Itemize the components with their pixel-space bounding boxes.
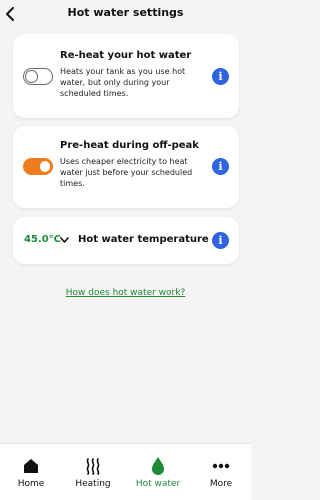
preheat-description: Uses cheaper electricity to heat water j…	[60, 157, 193, 188]
nav-label: Home	[17, 479, 45, 489]
temperature-value[interactable]: 45.0°C	[24, 234, 61, 245]
header: Hot water settings	[0, 0, 251, 30]
nav-home[interactable]: Home	[0, 444, 62, 500]
nav-heating[interactable]: Heating	[62, 444, 124, 500]
info-icon[interactable]: i	[212, 68, 229, 85]
home-icon	[24, 459, 38, 473]
toggle-knob	[25, 70, 38, 83]
nav-hot-water[interactable]: Hot water	[127, 444, 189, 500]
preheat-title: Pre-heat during off-peak	[60, 140, 199, 151]
nav-more[interactable]: More	[190, 444, 252, 500]
water-drop-icon	[152, 457, 164, 475]
help-link[interactable]: How does hot water work?	[0, 288, 251, 298]
toggle-knob	[38, 160, 51, 173]
reheat-description: Heats your tank as you use hot water, bu…	[60, 67, 186, 98]
more-icon	[212, 463, 230, 469]
info-icon[interactable]: i	[212, 232, 229, 249]
temperature-label: Hot water temperature	[78, 234, 209, 245]
reheat-title: Re-heat your hot water	[60, 50, 192, 61]
nav-label: Heating	[75, 479, 111, 489]
chevron-down-icon[interactable]	[60, 237, 69, 243]
nav-label: Hot water	[135, 479, 181, 489]
bottom-nav: Home Heating Hot water More	[0, 443, 251, 500]
nav-label: More	[209, 479, 233, 489]
reheat-card: Re-heat your hot water Heats your tank a…	[13, 34, 239, 118]
heating-icon	[86, 458, 100, 475]
temperature-card: 45.0°C Hot water temperature i	[13, 217, 239, 264]
info-icon[interactable]: i	[212, 158, 229, 175]
preheat-toggle[interactable]	[23, 158, 53, 175]
page-title: Hot water settings	[67, 6, 184, 19]
preheat-card: Pre-heat during off-peak Uses cheaper el…	[13, 126, 239, 208]
reheat-toggle[interactable]	[23, 68, 53, 85]
